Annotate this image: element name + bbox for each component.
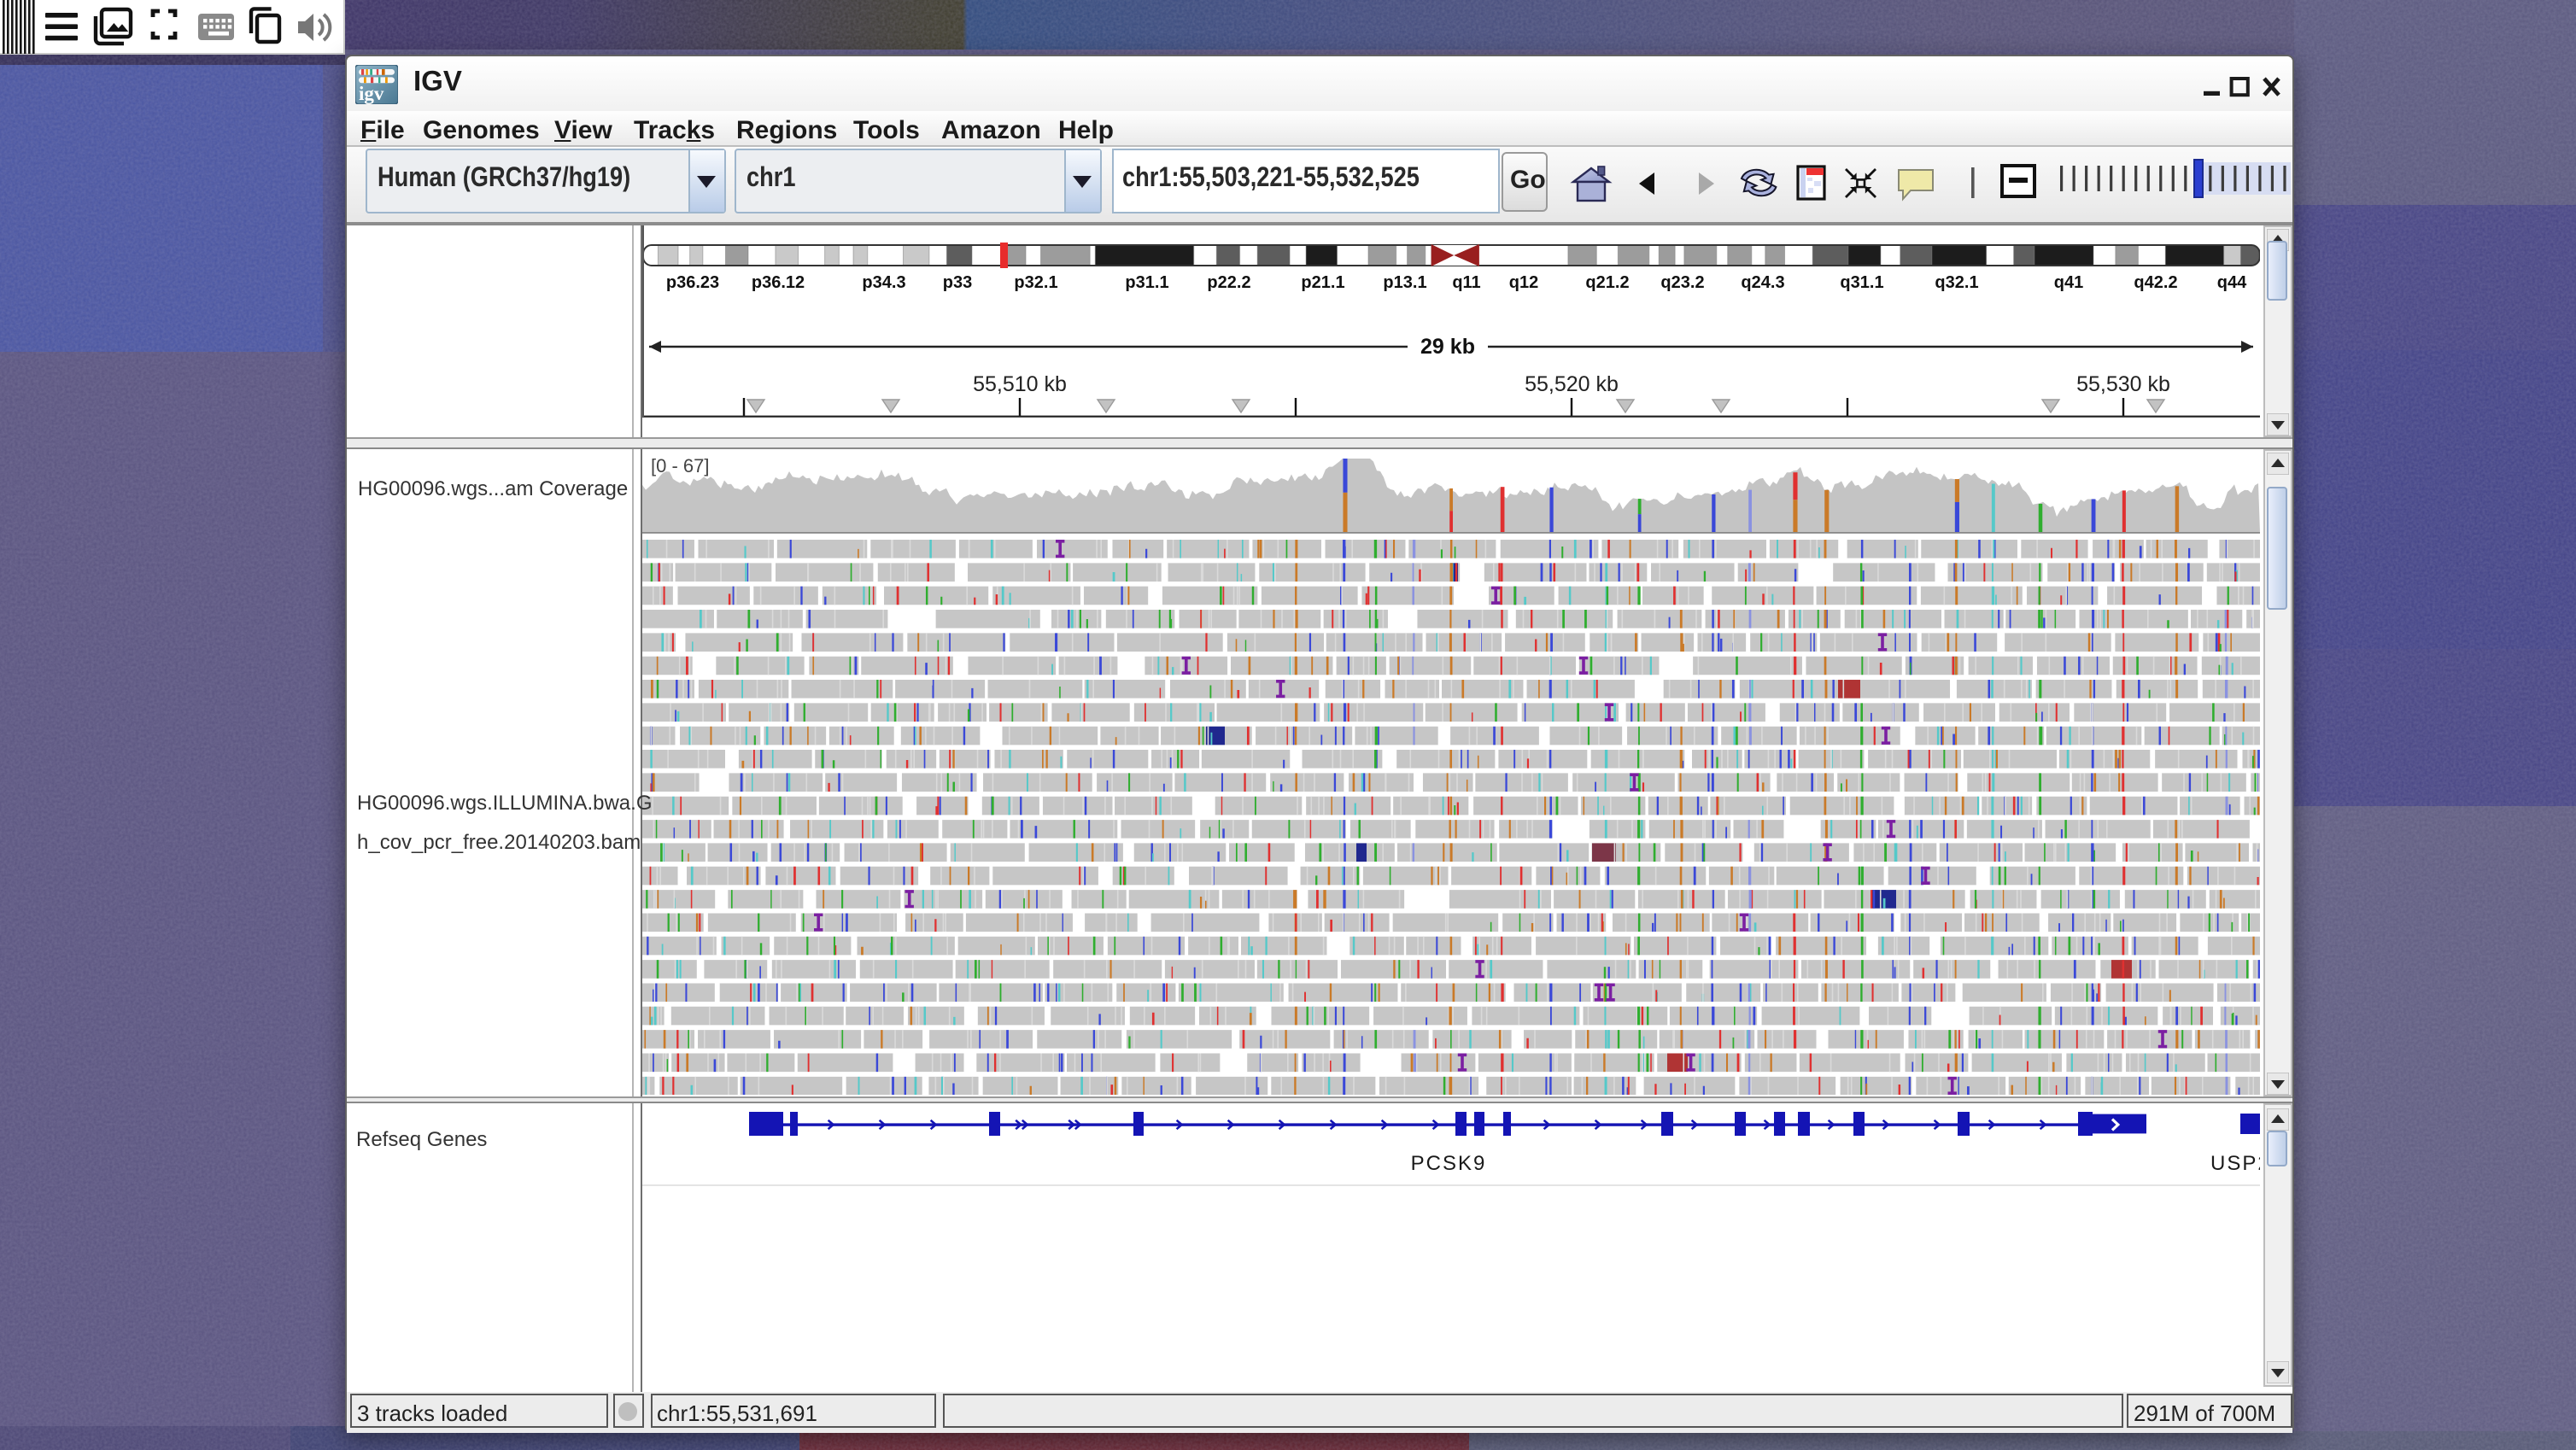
svg-text:q24.3: q24.3 (1740, 272, 1783, 291)
svg-text:55,530 kb: 55,530 kb (2075, 371, 2169, 395)
svg-text:q11: q11 (1451, 272, 1479, 291)
svg-text:q44: q44 (2216, 272, 2246, 291)
svg-text:55,520 kb: 55,520 kb (1524, 371, 1618, 395)
svg-text:p36.23: p36.23 (665, 272, 718, 291)
svg-text:p13.1: p13.1 (1382, 272, 1426, 291)
svg-text:q12: q12 (1508, 272, 1537, 291)
svg-text:q32.1: q32.1 (1934, 272, 1977, 291)
svg-text:29 kb: 29 kb (1420, 334, 1474, 358)
svg-text:q41: q41 (2053, 272, 2082, 291)
svg-text:PCSK9: PCSK9 (1410, 1152, 1486, 1175)
svg-text:p21.1: p21.1 (1300, 272, 1344, 291)
svg-text:q23.2: q23.2 (1660, 272, 1703, 291)
svg-text:55,510 kb: 55,510 kb (972, 371, 1066, 395)
svg-text:p22.2: p22.2 (1206, 272, 1250, 291)
svg-text:[0 - 67]: [0 - 67] (650, 455, 708, 477)
svg-text:q31.1: q31.1 (1839, 272, 1882, 291)
svg-text:q42.2: q42.2 (2133, 272, 2176, 291)
svg-text:p32.1: p32.1 (1013, 272, 1057, 291)
svg-text:p34.3: p34.3 (861, 272, 905, 291)
svg-text:q21.2: q21.2 (1584, 272, 1628, 291)
svg-text:p36.12: p36.12 (751, 272, 804, 291)
svg-text:USP24: USP24 (2210, 1152, 2259, 1175)
svg-text:p33: p33 (942, 272, 971, 291)
svg-text:igv: igv (359, 83, 384, 104)
svg-text:p31.1: p31.1 (1124, 272, 1168, 291)
